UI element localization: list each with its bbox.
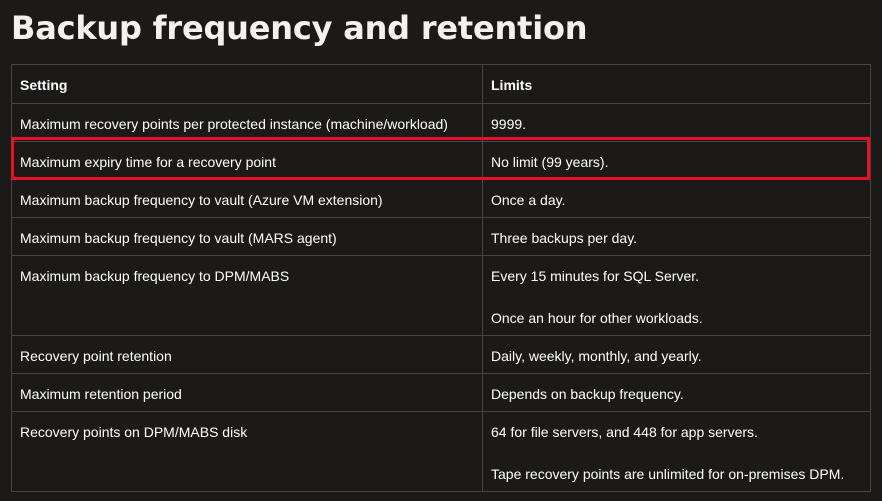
table-row: Recovery point retention Daily, weekly, …: [11, 335, 871, 374]
limits-text: Every 15 minutes for SQL Server.: [491, 268, 700, 284]
table-header-row: Setting Limits: [11, 64, 871, 104]
setting-cell: Recovery point retention: [11, 335, 483, 374]
limits-table: Setting Limits Maximum recovery points p…: [11, 64, 871, 492]
limits-cell: 64 for file servers, and 448 for app ser…: [482, 411, 871, 492]
limits-cell: Once a day.: [482, 179, 871, 218]
table-row: Maximum backup frequency to vault (Azure…: [11, 179, 871, 218]
limits-text: 64 for file servers, and 448 for app ser…: [491, 424, 758, 440]
page-title: Backup frequency and retention: [11, 9, 588, 47]
limits-text: Once an hour for other workloads.: [491, 310, 703, 326]
setting-cell: Maximum backup frequency to vault (Azure…: [11, 179, 483, 218]
setting-cell: Recovery points on DPM/MABS disk: [11, 411, 483, 492]
limits-cell: No limit (99 years).: [482, 141, 871, 180]
setting-cell: Maximum expiry time for a recovery point: [11, 141, 483, 180]
column-header-setting: Setting: [11, 64, 483, 104]
limits-text: Three backups per day.: [491, 230, 638, 246]
limits-cell: Every 15 minutes for SQL Server. Once an…: [482, 255, 871, 336]
setting-cell: Maximum recovery points per protected in…: [11, 103, 483, 142]
setting-cell: Maximum backup frequency to DPM/MABS: [11, 255, 483, 336]
limits-text: No limit (99 years).: [491, 154, 609, 170]
table-row: Maximum recovery points per protected in…: [11, 103, 871, 142]
limits-text: Daily, weekly, monthly, and yearly.: [491, 348, 702, 364]
table-row-highlighted: Maximum expiry time for a recovery point…: [11, 141, 871, 180]
setting-cell: Maximum backup frequency to vault (MARS …: [11, 217, 483, 256]
limits-text: Tape recovery points are unlimited for o…: [491, 466, 845, 482]
table-row: Maximum backup frequency to DPM/MABS Eve…: [11, 255, 871, 336]
table-row: Recovery points on DPM/MABS disk 64 for …: [11, 411, 871, 492]
limits-cell: Three backups per day.: [482, 217, 871, 256]
limits-table-container: Setting Limits Maximum recovery points p…: [11, 64, 871, 492]
setting-cell: Maximum retention period: [11, 373, 483, 412]
table-row: Maximum retention period Depends on back…: [11, 373, 871, 412]
limits-cell: Depends on backup frequency.: [482, 373, 871, 412]
limits-text: 9999.: [491, 116, 527, 132]
limits-cell: 9999.: [482, 103, 871, 142]
limits-text: Depends on backup frequency.: [491, 386, 684, 402]
table-row: Maximum backup frequency to vault (MARS …: [11, 217, 871, 256]
limits-cell: Daily, weekly, monthly, and yearly.: [482, 335, 871, 374]
limits-text: Once a day.: [491, 192, 566, 208]
column-header-limits: Limits: [482, 64, 871, 104]
